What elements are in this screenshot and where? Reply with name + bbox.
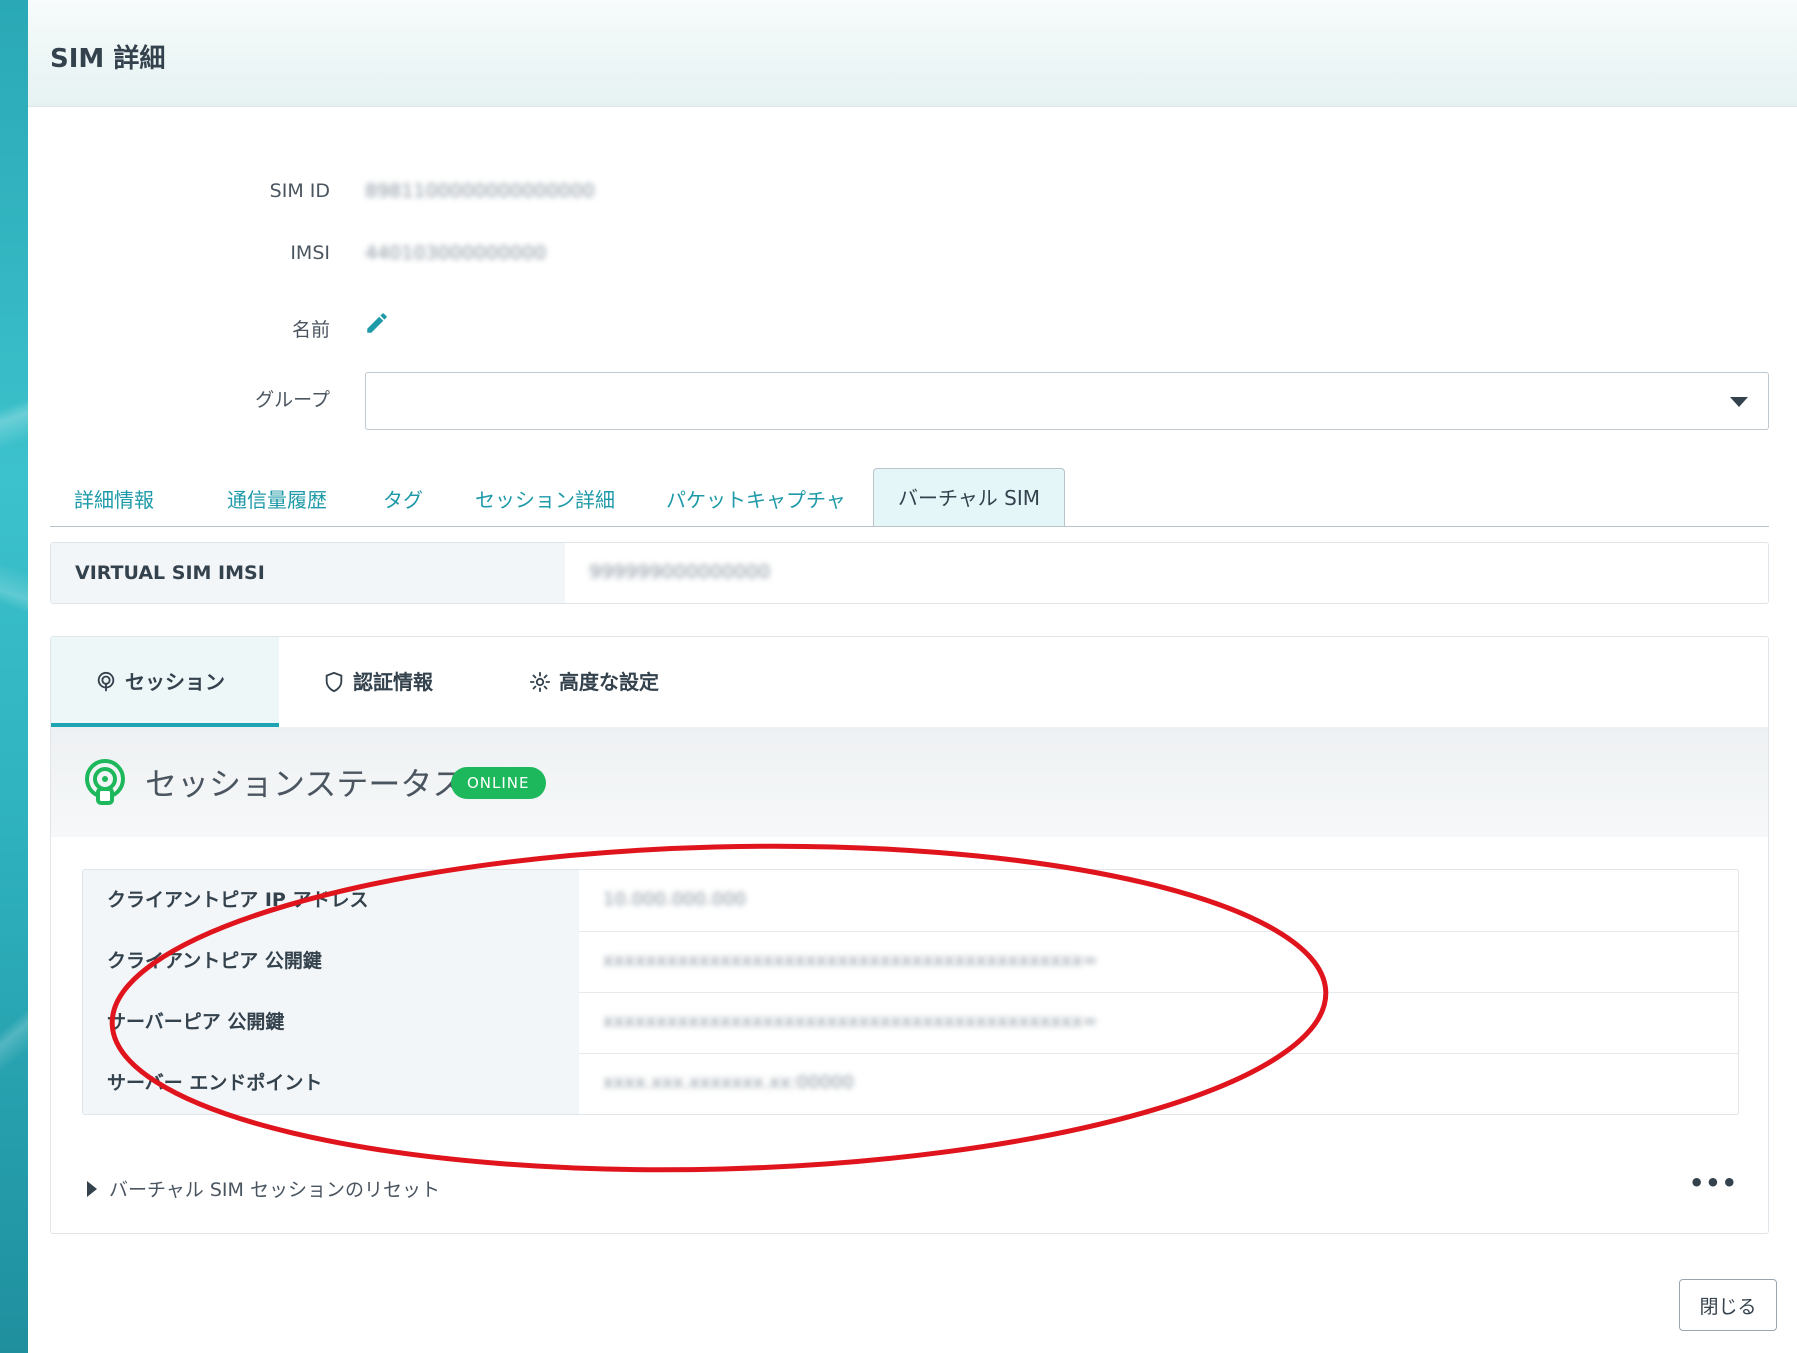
- sim-detail-modal: SIM 詳細 SIM ID 8981100000000000000 IMSI 4…: [28, 0, 1797, 1353]
- tab-virtual-sim[interactable]: バーチャル SIM: [873, 468, 1066, 526]
- tab-packet-capture[interactable]: パケットキャプチャ: [666, 484, 846, 513]
- server-endpoint-label: サーバー エンドポイント: [83, 1053, 579, 1114]
- status-badge: ONLINE: [451, 767, 546, 799]
- tab-tags[interactable]: タグ: [383, 484, 423, 513]
- session-status-icon: [85, 759, 125, 805]
- subtab-session[interactable]: セッション: [51, 637, 279, 727]
- server-peer-key-value: xxxxxxxxxxxxxxxxxxxxxxxxxxxxxxxxxxxxxxxx…: [603, 1011, 1098, 1032]
- reset-session-toggle[interactable]: バーチャル SIM セッションのリセット: [87, 1175, 440, 1202]
- sim-id-label: SIM ID: [269, 180, 330, 202]
- subtab-session-label: セッション: [125, 670, 225, 694]
- group-label: グループ: [255, 389, 330, 411]
- gear-icon: [529, 671, 551, 692]
- session-status-band: セッションステータス ONLINE: [51, 727, 1768, 837]
- subtab-advanced-settings-label: 高度な設定: [559, 670, 659, 694]
- signal-icon: [97, 671, 115, 691]
- table-row: サーバーピア 公開鍵 xxxxxxxxxxxxxxxxxxxxxxxxxxxxx…: [83, 992, 1738, 1054]
- table-row: サーバー エンドポイント xxxx.xxx.xxxxxxx.xx:00000: [83, 1053, 1738, 1114]
- imsi-label: IMSI: [290, 242, 330, 264]
- tab-traffic-history[interactable]: 通信量履歴: [227, 484, 327, 513]
- sim-id-value: 8981100000000000000: [365, 180, 595, 202]
- name-label: 名前: [291, 319, 330, 341]
- session-status-title: セッションステータス: [145, 765, 465, 803]
- client-peer-ip-value: 10.000.000.000: [603, 889, 747, 910]
- page-title: SIM 詳細: [50, 44, 166, 74]
- virtual-sim-imsi-row: VIRTUAL SIM IMSI 999999000000000: [50, 542, 1769, 604]
- more-options-icon[interactable]: •••: [1689, 1169, 1738, 1197]
- server-peer-key-label: サーバーピア 公開鍵: [83, 992, 579, 1053]
- table-row: クライアントピア IP アドレス 10.000.000.000: [83, 870, 1738, 932]
- group-select[interactable]: [365, 372, 1769, 430]
- subtab-credentials-label: 認証情報: [353, 670, 433, 694]
- virtual-sim-imsi-label: VIRTUAL SIM IMSI: [51, 543, 565, 603]
- modal-header: SIM 詳細: [28, 0, 1797, 107]
- pencil-icon[interactable]: [364, 310, 390, 336]
- virtual-sim-panel: セッション 認証情報 高度な設定 セッションステータス ONLINE クライアン…: [50, 636, 1769, 1234]
- close-button[interactable]: 閉じる: [1679, 1279, 1777, 1331]
- shield-icon: [325, 671, 343, 692]
- virtual-sim-imsi-value: 999999000000000: [589, 561, 771, 583]
- main-tabs: 詳細情報 通信量履歴 タグ セッション詳細 パケットキャプチャ バーチャル SI…: [50, 468, 1769, 527]
- server-endpoint-value: xxxx.xxx.xxxxxxx.xx:00000: [603, 1072, 854, 1093]
- client-peer-key-value: xxxxxxxxxxxxxxxxxxxxxxxxxxxxxxxxxxxxxxxx…: [603, 950, 1098, 971]
- tab-details[interactable]: 詳細情報: [74, 484, 154, 513]
- tab-session-details[interactable]: セッション詳細: [475, 484, 615, 513]
- reset-session-label: バーチャル SIM セッションのリセット: [109, 1179, 440, 1201]
- chevron-down-icon: [1730, 397, 1748, 407]
- table-row: クライアントピア 公開鍵 xxxxxxxxxxxxxxxxxxxxxxxxxxx…: [83, 931, 1738, 993]
- imsi-value: 440103000000000: [365, 242, 547, 264]
- client-peer-ip-label: クライアントピア IP アドレス: [83, 870, 579, 931]
- session-detail-table: クライアントピア IP アドレス 10.000.000.000 クライアントピア…: [82, 869, 1739, 1115]
- client-peer-key-label: クライアントピア 公開鍵: [83, 931, 579, 992]
- background-strip: [0, 0, 28, 1353]
- subtab-credentials[interactable]: 認証情報: [323, 637, 433, 727]
- subtab-advanced-settings[interactable]: 高度な設定: [529, 637, 659, 727]
- caret-right-icon: [87, 1180, 97, 1197]
